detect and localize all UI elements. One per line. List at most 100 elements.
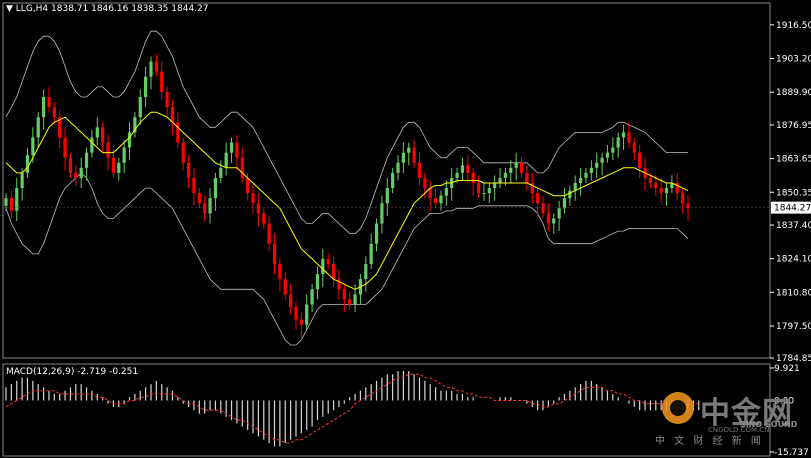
candle-body	[213, 177, 218, 199]
candle-body	[546, 213, 550, 224]
candle-body	[240, 157, 244, 178]
candle-body	[460, 165, 465, 173]
candle-body	[84, 152, 89, 168]
candle-body	[181, 142, 185, 163]
candle-body	[616, 137, 620, 148]
chart-canvas: 1916.50 1903.20 1889.90 1876.95 1863.65 1850.…	[0, 0, 811, 458]
candle-body	[562, 198, 567, 209]
candle-body	[681, 193, 685, 204]
candle-body	[310, 289, 314, 305]
candle-body	[165, 91, 169, 108]
candle-body	[444, 188, 448, 196]
macd-tick-label: 9.921	[774, 364, 800, 374]
candle-body	[391, 172, 395, 189]
candle-body	[160, 71, 164, 92]
watermark-sino: SINO SOUND	[740, 420, 798, 429]
candle-body	[503, 172, 508, 178]
candle-body	[659, 188, 663, 194]
candle-body	[154, 61, 158, 72]
candle-body	[466, 165, 470, 173]
candle-body	[589, 167, 593, 173]
candle-body	[369, 243, 373, 264]
candle-body	[197, 193, 201, 204]
candle-body	[299, 319, 303, 325]
candle-body	[552, 218, 556, 224]
candle-body	[305, 304, 309, 325]
candle-body	[229, 142, 234, 153]
candle-body	[138, 96, 142, 118]
candle-body	[246, 177, 250, 194]
candle-body	[412, 147, 416, 163]
candle-body	[439, 195, 443, 204]
candle-body	[578, 177, 583, 184]
candle-body	[396, 162, 400, 173]
candle-body	[68, 157, 73, 173]
symbol-label: LLG,H4	[15, 4, 49, 14]
candle-body	[493, 183, 497, 189]
candle-body	[170, 107, 175, 123]
candle-body	[219, 167, 223, 178]
candle-body	[294, 307, 298, 320]
candle-body	[79, 167, 83, 178]
candle-body	[621, 132, 626, 138]
watermark-subtitle: 中 文 财 经 新 闻	[655, 436, 764, 447]
candle-body	[417, 162, 422, 178]
price-tick-label: 1837.40	[776, 221, 811, 231]
price-tick-label: 1876.95	[776, 121, 811, 131]
candle-body	[353, 294, 357, 305]
candle-body	[90, 137, 94, 153]
candle-body	[509, 167, 513, 173]
candle-body	[224, 152, 228, 168]
candle-body	[203, 203, 207, 214]
candle-body	[385, 188, 389, 204]
candle-body	[4, 198, 8, 206]
candle-body	[192, 177, 196, 194]
candle-body	[557, 208, 561, 219]
candle-body	[186, 162, 191, 178]
price-tick-label: 1850.35	[776, 188, 811, 198]
candle-body	[149, 61, 153, 77]
candle-body	[20, 172, 24, 189]
candle-body	[380, 203, 384, 224]
candle-body	[208, 198, 212, 214]
chart-header: ▼ LLG,H4 1838.71 1846.16 1838.35 1844.27	[6, 4, 208, 14]
watermark-logo-inner	[670, 400, 686, 416]
macd-header: MACD(12,26,9) -2.719 -0.251	[6, 367, 139, 377]
candle-body	[95, 127, 99, 138]
price-tick-label: 1797.50	[776, 322, 811, 332]
candle-body	[267, 223, 271, 244]
candle-body	[289, 294, 293, 308]
candle-body	[127, 132, 132, 148]
candle-body	[654, 183, 658, 189]
chart-background	[0, 0, 811, 458]
candle-body	[278, 263, 282, 280]
collapse-triangle-icon[interactable]: ▼	[6, 4, 13, 14]
candle-body	[455, 172, 459, 178]
price-tick-label: 1903.20	[776, 55, 811, 65]
candle-body	[251, 193, 255, 204]
candle-body	[568, 190, 572, 199]
candle-body	[9, 198, 13, 211]
macd-tick-label: -15.737	[774, 448, 809, 458]
candle-body	[433, 198, 438, 204]
candle-body	[627, 132, 631, 143]
candle-body	[498, 177, 502, 184]
candle-body	[326, 258, 330, 264]
ohlc-label: 1838.71 1846.16 1838.35 1844.27	[51, 4, 209, 14]
candle-body	[514, 162, 518, 168]
candle-body	[63, 137, 67, 158]
candle-body	[31, 137, 35, 156]
candle-body	[36, 117, 40, 138]
candle-body	[331, 263, 336, 280]
candle-body	[74, 172, 78, 178]
candle-body	[401, 152, 405, 163]
candle-body	[235, 142, 239, 158]
candle-body	[364, 263, 368, 280]
current-price-label: 1844.27	[774, 204, 811, 214]
candle-body	[144, 76, 148, 97]
candle-body	[611, 147, 615, 153]
price-tick-label: 1784.85	[776, 354, 811, 364]
candle-body	[664, 188, 669, 194]
candle-body	[342, 289, 346, 300]
candle-body	[111, 157, 116, 173]
